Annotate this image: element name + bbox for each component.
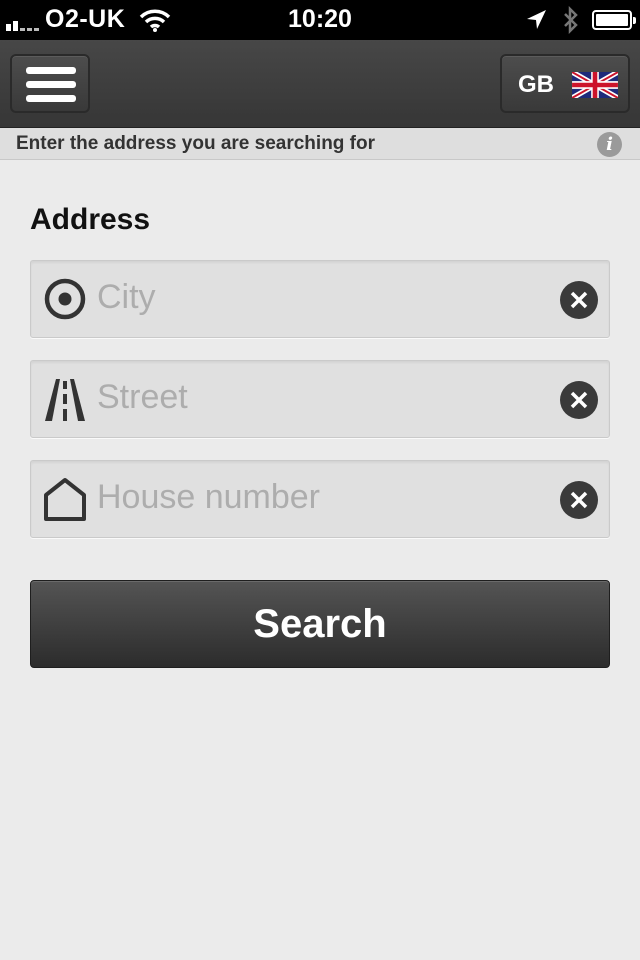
bluetooth-icon <box>564 6 578 34</box>
close-icon <box>570 391 588 409</box>
street-input[interactable]: Street <box>97 378 188 417</box>
language-code: GB <box>518 71 554 98</box>
close-icon <box>570 491 588 509</box>
house-number-field[interactable]: House number <box>30 460 610 538</box>
info-icon[interactable]: i <box>597 132 622 157</box>
battery-icon <box>592 10 636 30</box>
location-arrow-icon <box>527 10 546 29</box>
menu-button[interactable] <box>10 54 90 113</box>
uk-flag-icon <box>572 72 618 98</box>
target-icon <box>44 278 86 320</box>
status-bar: O2-UK 10:20 <box>0 0 640 40</box>
info-text: Enter the address you are searching for <box>16 133 376 154</box>
house-icon <box>44 478 86 521</box>
road-icon <box>45 379 85 421</box>
clear-street-button[interactable] <box>560 381 598 419</box>
top-navbar: GB <box>0 40 640 128</box>
house-number-input[interactable]: House number <box>97 478 320 517</box>
address-section-title: Address <box>30 203 151 236</box>
clear-house-number-button[interactable] <box>560 481 598 519</box>
hamburger-icon <box>26 67 76 74</box>
search-button[interactable]: Search <box>30 580 610 668</box>
info-bar: Enter the address you are searching for … <box>0 128 640 160</box>
close-icon <box>570 291 588 309</box>
clear-city-button[interactable] <box>560 281 598 319</box>
status-right <box>524 6 636 34</box>
street-field[interactable]: Street <box>30 360 610 438</box>
city-field[interactable]: City <box>30 260 610 338</box>
city-input[interactable]: City <box>97 278 156 317</box>
language-button[interactable]: GB <box>500 54 630 113</box>
